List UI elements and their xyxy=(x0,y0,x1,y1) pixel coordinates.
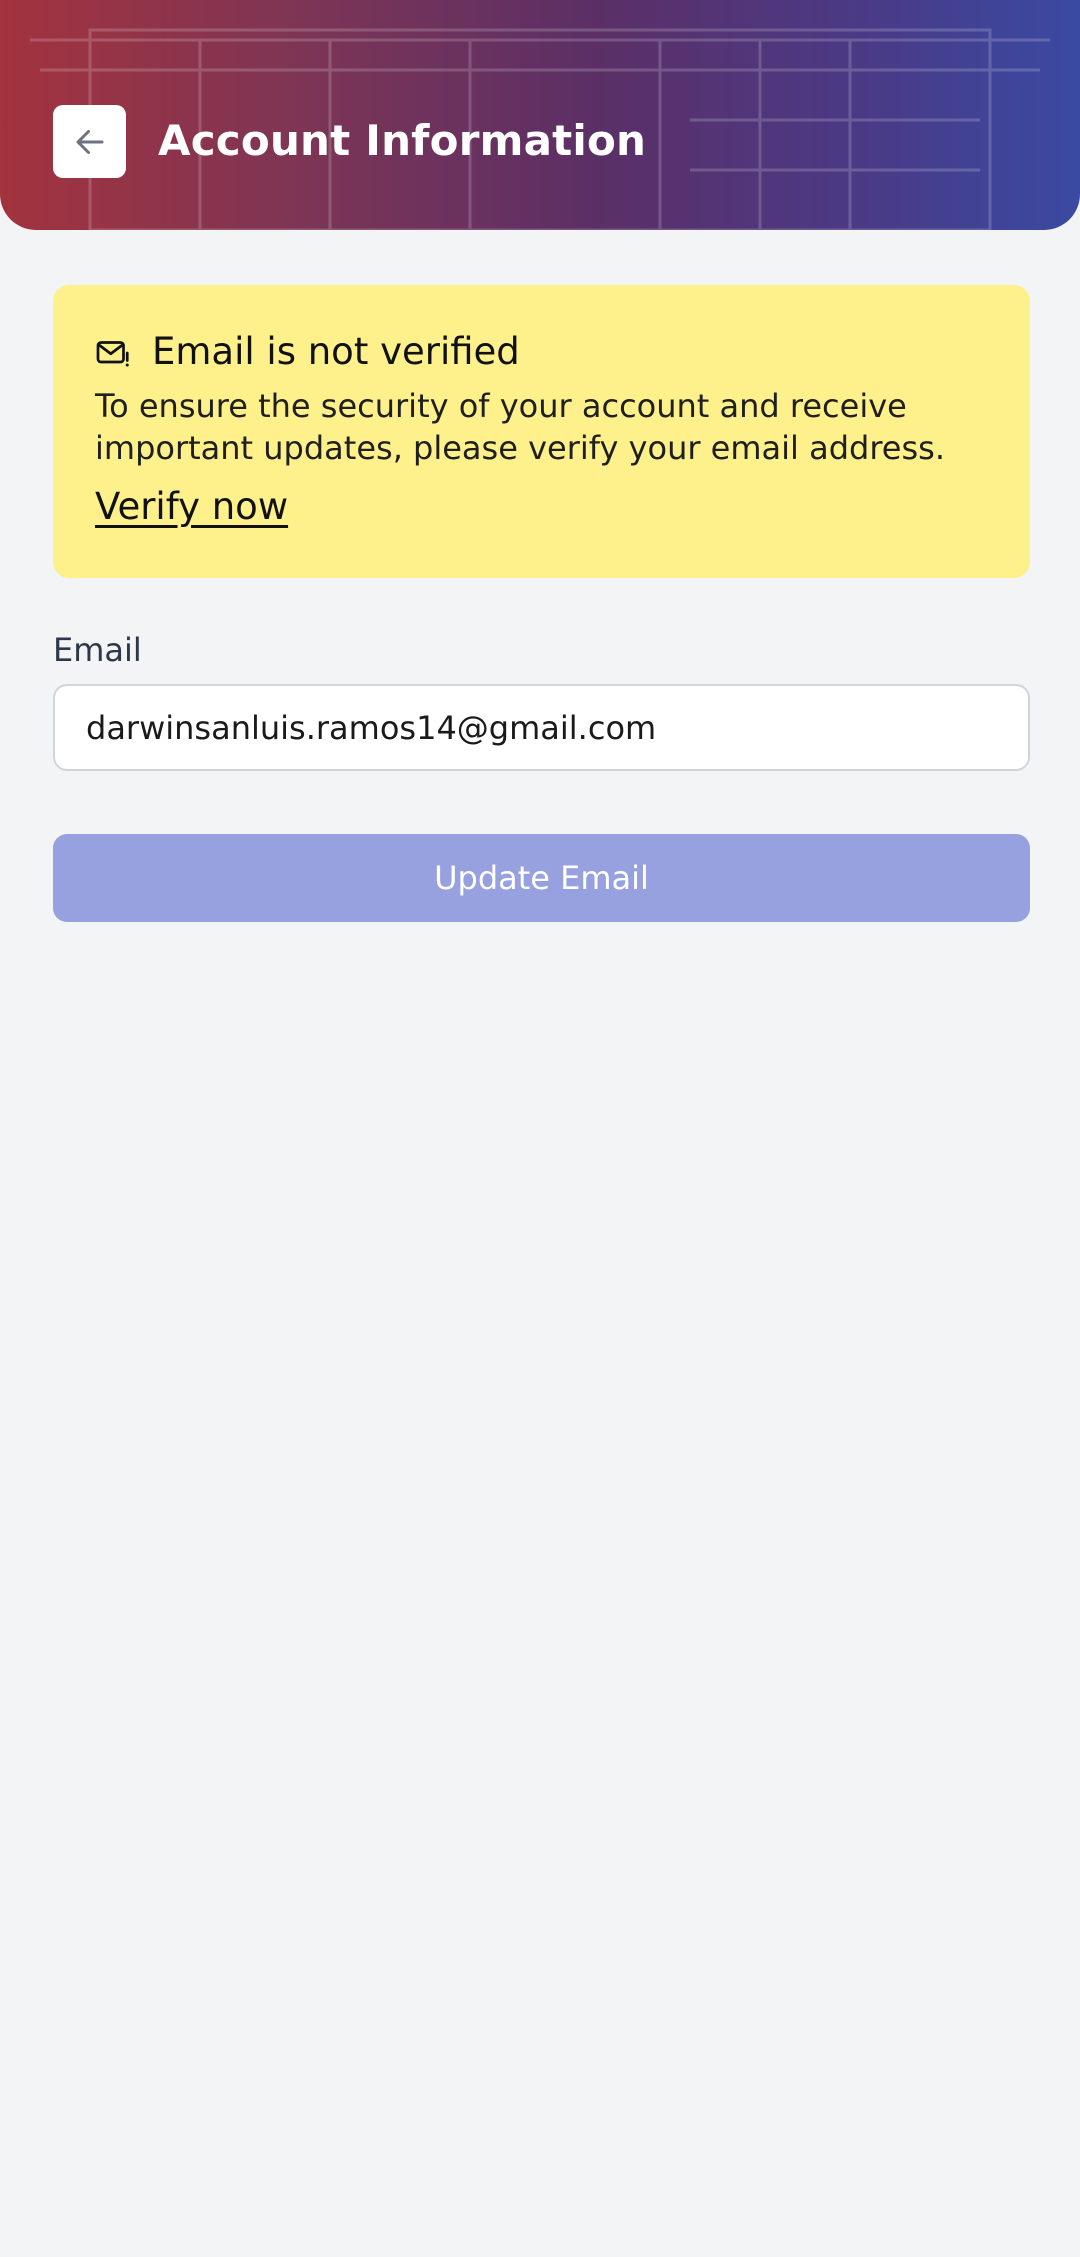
back-button[interactable] xyxy=(53,105,126,178)
verify-now-link[interactable]: Verify now xyxy=(95,483,288,531)
page-header: Account Information xyxy=(0,0,1080,230)
email-input[interactable] xyxy=(53,684,1030,771)
alert-message: To ensure the security of your account a… xyxy=(95,387,945,467)
arrow-left-icon xyxy=(76,129,103,154)
email-verification-alert: Email is not verified To ensure the secu… xyxy=(53,285,1030,578)
email-label: Email xyxy=(53,631,142,669)
mail-warning-icon xyxy=(96,341,129,367)
page-title: Account Information xyxy=(158,116,647,165)
update-email-button[interactable]: Update Email xyxy=(53,834,1030,922)
alert-title: Email is not verified xyxy=(152,330,520,373)
